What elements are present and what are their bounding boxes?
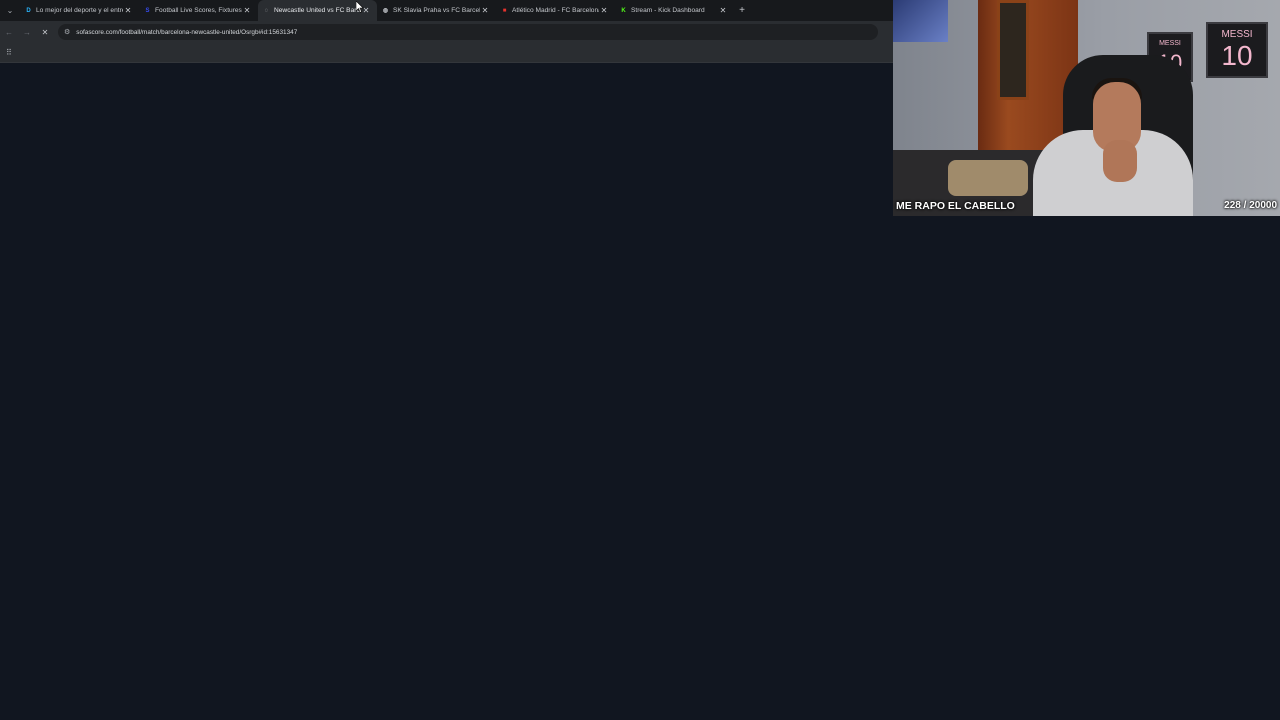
new-tab-button[interactable]: + xyxy=(734,0,750,21)
webcam-caption: ME RAPO EL CABELLO xyxy=(896,200,1015,212)
page-viewport xyxy=(0,63,893,720)
tab-6[interactable]: K Stream - Kick Dashboard ✕ xyxy=(615,0,734,21)
tab-close-icon[interactable]: ✕ xyxy=(242,6,252,15)
frame-left-label: MESSI xyxy=(1159,40,1181,47)
address-bar[interactable]: ⚙ sofascore.com/football/match/barcelona… xyxy=(58,24,878,40)
mouse-cursor-icon xyxy=(356,1,364,13)
back-icon[interactable]: ← xyxy=(0,21,18,43)
tab-title: Newcastle United vs FC Barcelo xyxy=(274,7,361,14)
globe-icon: ◍ xyxy=(382,8,389,14)
tab-close-icon[interactable]: ✕ xyxy=(599,6,609,15)
tab-1[interactable]: D Lo mejor del deporte y el entre ✕ xyxy=(20,0,139,21)
tab-close-icon[interactable]: ✕ xyxy=(718,6,728,15)
tab-title: Atlético Madrid - FC Barcelona xyxy=(512,7,599,14)
tab-title: Football Live Scores, Fixtures & xyxy=(155,7,242,14)
site-info-icon[interactable]: ⚙ xyxy=(64,28,70,36)
tab-2[interactable]: S Football Live Scores, Fixtures & ✕ xyxy=(139,0,258,21)
bookmarks-bar: ⠿ xyxy=(0,43,893,63)
tab-close-icon[interactable]: ✕ xyxy=(480,6,490,15)
door-window xyxy=(997,0,1029,100)
stop-loading-icon[interactable]: ✕ xyxy=(36,21,54,43)
red-icon: ■ xyxy=(502,7,507,14)
loading-icon: ◌ xyxy=(264,7,269,14)
sofascore-icon: S xyxy=(145,7,150,14)
tab-title: Lo mejor del deporte y el entre xyxy=(36,7,123,14)
tabs-container: D Lo mejor del deporte y el entre ✕ S Footba… xyxy=(20,0,734,21)
frame-right-label: MESSI xyxy=(1221,29,1253,40)
webcam-goal-counter: 228 / 20000 xyxy=(1224,200,1277,211)
forward-icon[interactable]: → xyxy=(18,21,36,43)
webcam-overlay: MESSI 10 MESSI 10 ME RAPO EL CABELLO 228… xyxy=(893,0,1280,216)
d-icon: D xyxy=(26,7,31,14)
url-text[interactable]: sofascore.com/football/match/barcelona-n… xyxy=(76,29,297,36)
pillow xyxy=(948,160,1028,196)
tab-5[interactable]: ■ Atlético Madrid - FC Barcelona ✕ xyxy=(496,0,615,21)
tab-title: SK Slavia Praha vs FC Barcelona xyxy=(393,7,480,14)
kick-icon: K xyxy=(621,7,626,14)
screen: ⌄ D Lo mejor del deporte y el entre ✕ S Foot… xyxy=(0,0,1280,720)
messi-frame-right: MESSI 10 xyxy=(1206,22,1268,78)
wall-poster xyxy=(893,0,948,42)
tab-strip: ⌄ D Lo mejor del deporte y el entre ✕ S Foot… xyxy=(0,0,893,21)
tab-title: Stream - Kick Dashboard xyxy=(631,7,705,14)
page-viewport-right xyxy=(893,216,1280,720)
streamer-hand xyxy=(1103,140,1137,182)
tab-close-icon[interactable]: ✕ xyxy=(123,6,133,15)
tab-search-icon[interactable]: ⌄ xyxy=(0,0,20,21)
apps-icon[interactable]: ⠿ xyxy=(6,48,12,57)
tab-4[interactable]: ◍ SK Slavia Praha vs FC Barcelona✕ xyxy=(377,0,496,21)
browser-toolbar: ← → ✕ ⚙ sofascore.com/football/match/bar… xyxy=(0,21,893,43)
frame-right-number: 10 xyxy=(1221,40,1253,71)
